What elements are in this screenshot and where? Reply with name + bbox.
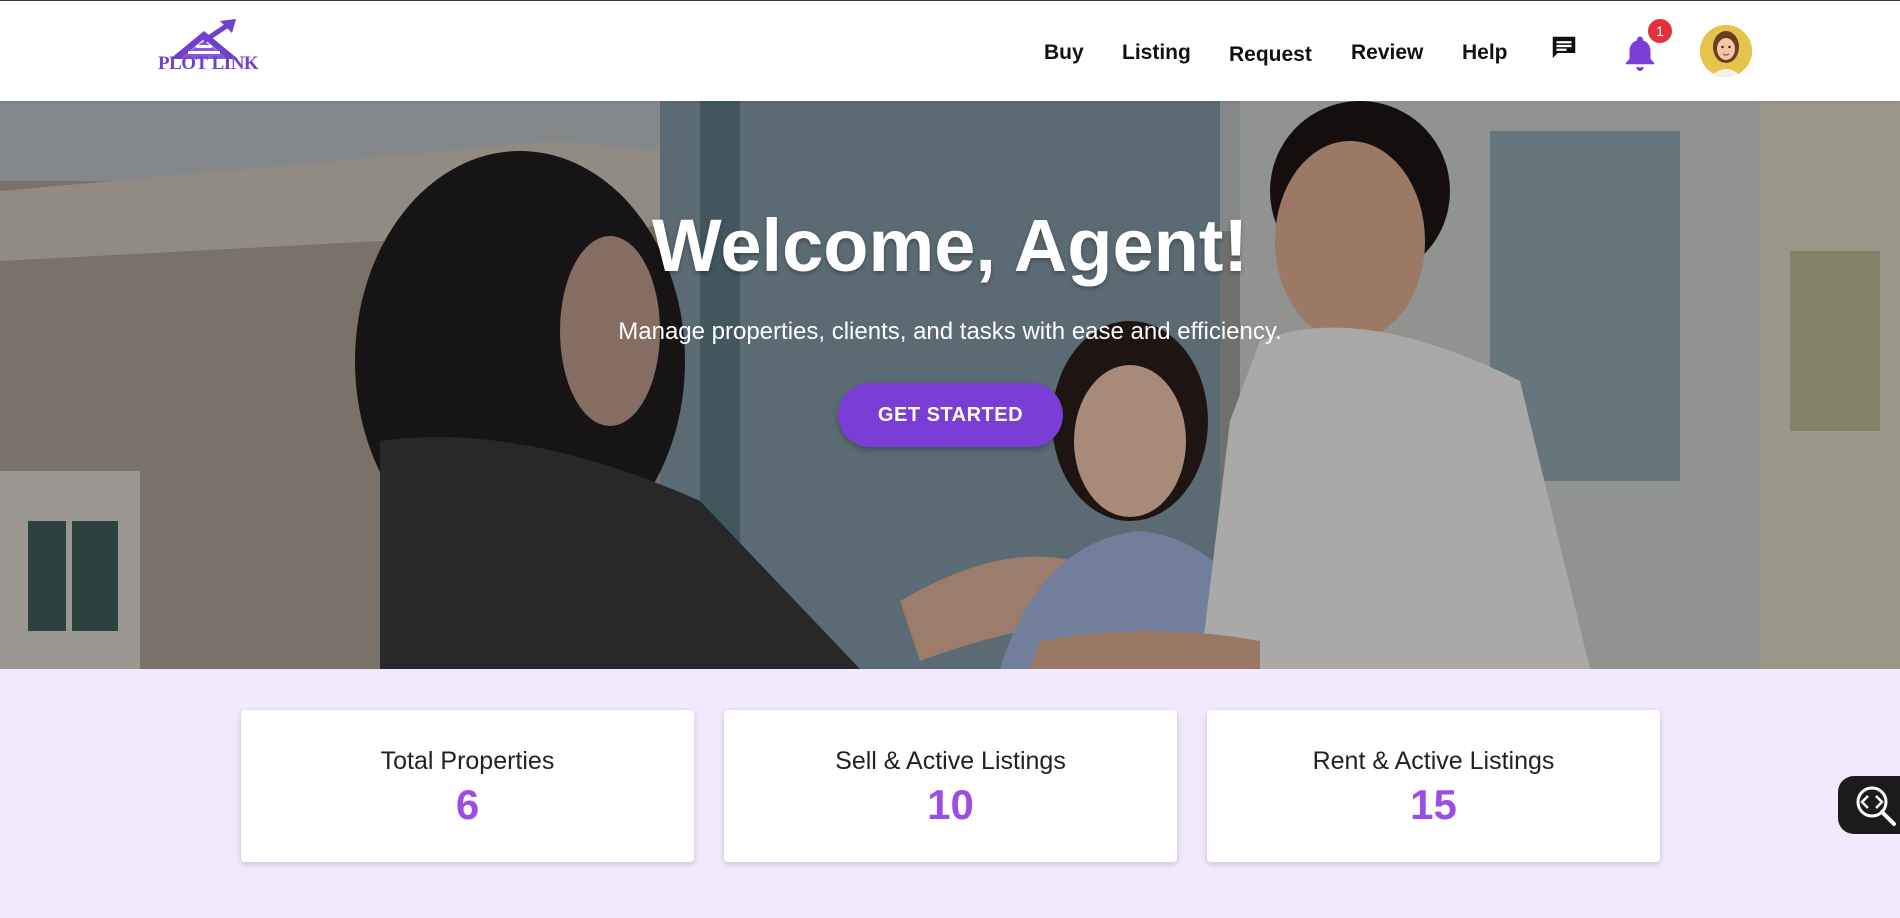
nav-request[interactable]: Request [1229,43,1312,67]
stat-label: Sell & Active Listings [835,747,1066,775]
stats-section: Total Properties 6 Sell & Active Listing… [0,669,1900,918]
stat-value: 6 [455,781,480,828]
chat-icon[interactable] [1549,33,1579,63]
nav-buy[interactable]: Buy [1044,41,1084,65]
stat-label: Total Properties [380,747,555,775]
get-started-button[interactable]: GET STARTED [838,383,1063,447]
notification-badge: 1 [1648,19,1672,43]
stat-value: 10 [927,781,974,828]
hero-section: Welcome, Agent! Manage properties, clien… [0,101,1900,669]
stat-card-sell-active: Sell & Active Listings 10 [724,710,1177,862]
hero-title: Welcome, Agent! [651,204,1249,287]
top-navbar: PLOT LINK Buy Listing Request Review Hel… [0,0,1900,101]
stat-value: 15 [1410,781,1457,828]
stat-card-rent-active: Rent & Active Listings 15 [1207,710,1660,862]
inspect-tool-button[interactable] [1838,776,1900,834]
nav-review[interactable]: Review [1351,41,1423,65]
nav-links: Buy Listing Request Review Help [0,37,1900,67]
stat-label: Rent & Active Listings [1312,747,1555,775]
hero-subtitle: Manage properties, clients, and tasks wi… [618,318,1282,345]
code-magnifier-icon [1856,786,1896,826]
stat-card-total-properties: Total Properties 6 [241,710,694,862]
avatar[interactable] [1700,25,1752,77]
user-avatar-icon [1700,25,1752,77]
nav-listing[interactable]: Listing [1122,41,1191,65]
nav-help[interactable]: Help [1462,41,1508,65]
